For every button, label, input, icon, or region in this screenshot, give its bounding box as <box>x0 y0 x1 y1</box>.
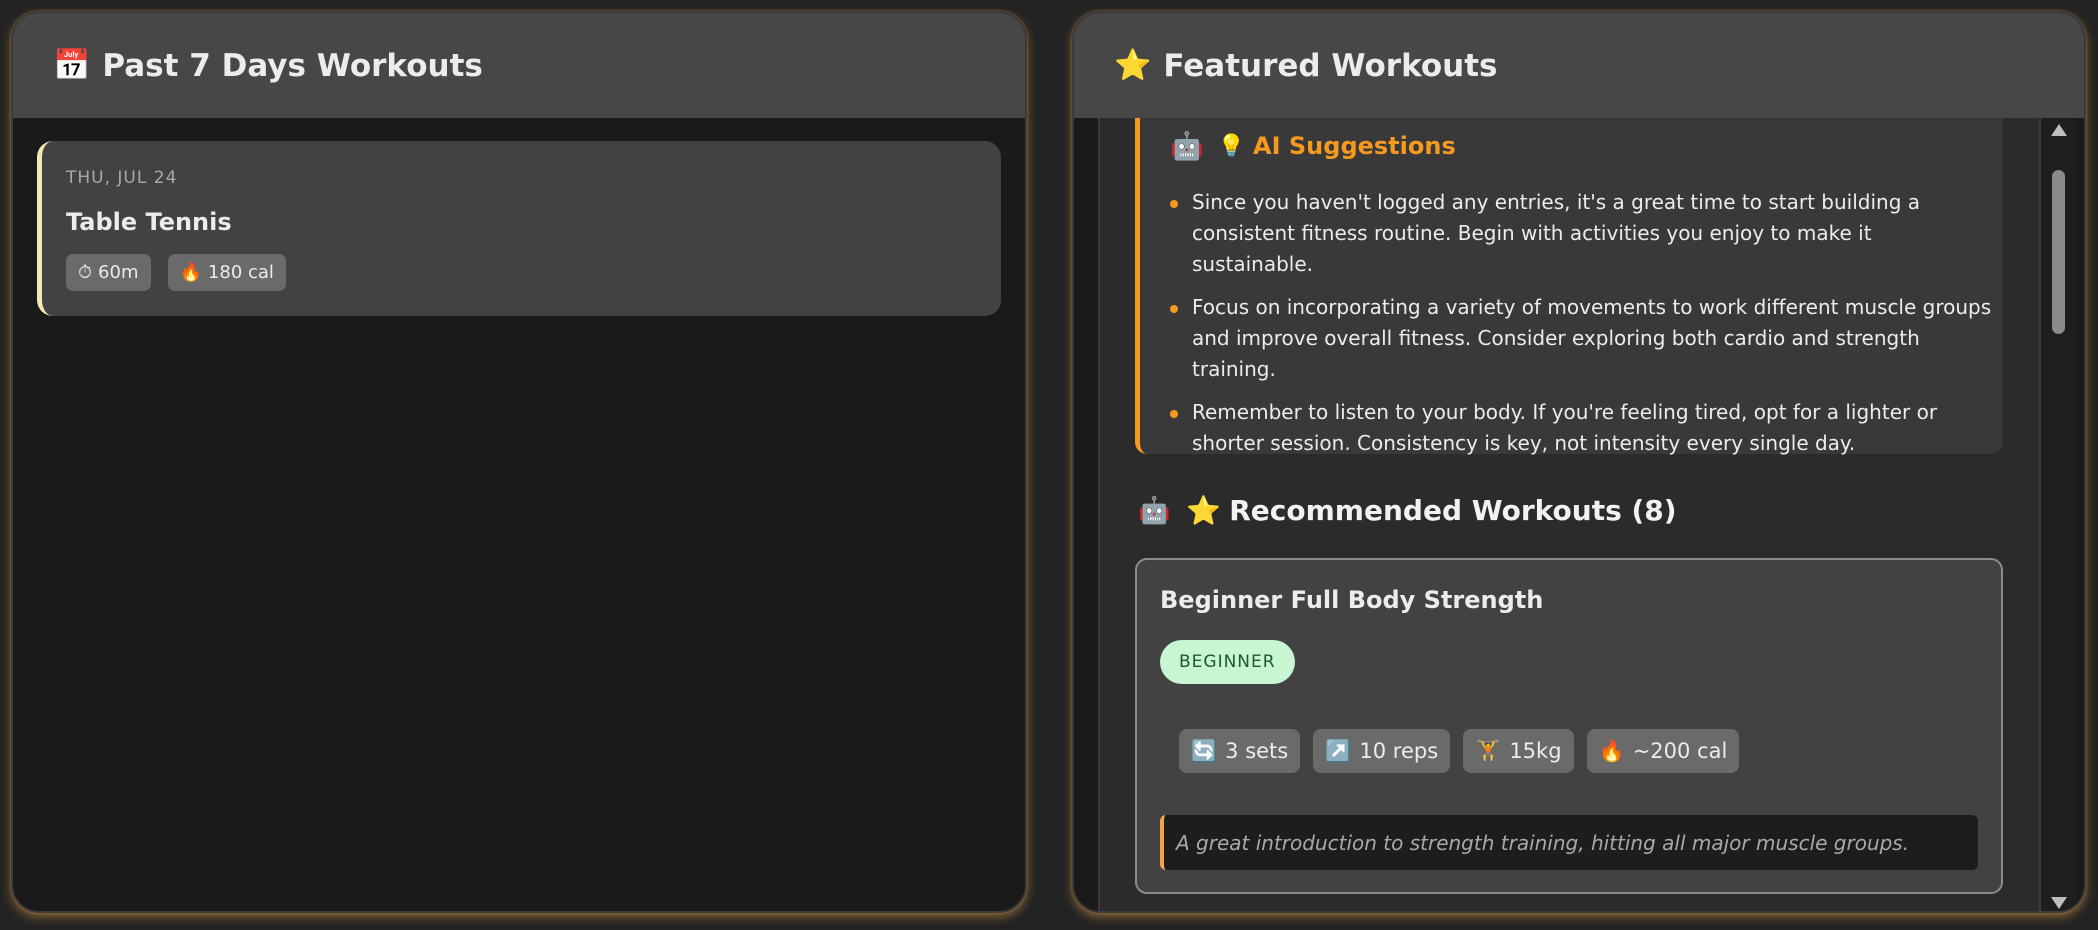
ai-suggestions-header: 🤖 💡 AI Suggestions <box>1170 130 1456 162</box>
calories-value: ~200 cal <box>1632 739 1728 763</box>
arrow-up-right-icon: ↗️ <box>1325 738 1352 763</box>
recommended-header: 🤖 ⭐ Recommended Workouts (8) <box>1138 494 1677 527</box>
robot-icon: 🤖 <box>1138 495 1171 526</box>
reps-value: 10 reps <box>1359 739 1439 763</box>
weightlifter-icon: 🏋️ <box>1475 738 1502 763</box>
ai-suggestions-list: Since you haven't logged any entries, it… <box>1170 187 1995 471</box>
fire-icon: 🔥 <box>179 262 202 283</box>
workout-stats: 🔄 3 sets ↗️ 10 reps 🏋️ 15kg 🔥 ~200 cal <box>1179 729 1740 773</box>
scroll-up-icon[interactable] <box>2051 124 2067 136</box>
past-workouts-panel: 📅 Past 7 Days Workouts THU, JUL 24 Table… <box>11 11 1027 913</box>
calories-value: 180 cal <box>207 262 274 283</box>
vertical-scrollbar[interactable] <box>2041 118 2076 911</box>
calendar-icon: 📅 <box>53 48 91 83</box>
weight-value: 15kg <box>1509 739 1562 763</box>
workout-name: Table Tennis <box>66 208 232 236</box>
list-item: Focus on incorporating a variety of move… <box>1170 292 1995 385</box>
recommended-title: Recommended Workouts (8) <box>1229 494 1677 527</box>
list-item: Since you haven't logged any entries, it… <box>1170 187 1995 280</box>
level-badge: BEGINNER <box>1160 640 1295 684</box>
workout-card[interactable]: THU, JUL 24 Table Tennis ⏱ 60m 🔥 180 cal <box>37 141 1001 316</box>
sets-chip: 🔄 3 sets <box>1179 729 1301 773</box>
featured-scroll-area[interactable]: 🤖 💡 AI Suggestions Since you haven't log… <box>1098 118 2041 911</box>
workout-stats: ⏱ 60m 🔥 180 cal <box>66 254 1001 291</box>
fire-icon: 🔥 <box>1598 738 1625 763</box>
calories-chip: 🔥 180 cal <box>167 254 286 291</box>
featured-workouts-panel: ⭐ Featured Workouts 🤖 💡 AI Suggestions S… <box>1072 11 2086 913</box>
lightbulb-icon: 💡 <box>1217 133 1246 159</box>
star-icon: ⭐ <box>1114 48 1152 83</box>
duration-value: 60m <box>98 262 139 283</box>
panel-title: Past 7 Days Workouts <box>102 47 483 84</box>
workout-description: A great introduction to strength trainin… <box>1160 815 1978 870</box>
robot-icon: 🤖 <box>1170 131 1204 162</box>
featured-workouts-header: ⭐ Featured Workouts <box>1074 13 2084 118</box>
recommended-workout-card[interactable]: Beginner Full Body Strength BEGINNER 🔄 3… <box>1135 558 2003 894</box>
workout-title: Beginner Full Body Strength <box>1160 586 1544 614</box>
ai-suggestions-title: AI Suggestions <box>1253 132 1456 160</box>
list-item: Remember to listen to your body. If you'… <box>1170 397 1995 459</box>
stopwatch-icon: ⏱ <box>78 262 93 283</box>
scroll-down-icon[interactable] <box>2051 897 2067 909</box>
sets-value: 3 sets <box>1225 739 1289 763</box>
calories-chip: 🔥 ~200 cal <box>1586 729 1740 773</box>
ai-suggestions-box: 🤖 💡 AI Suggestions Since you haven't log… <box>1135 118 2003 455</box>
duration-chip: ⏱ 60m <box>66 254 151 291</box>
scrollbar-thumb[interactable] <box>2052 170 2065 334</box>
past-workouts-header: 📅 Past 7 Days Workouts <box>13 13 1025 118</box>
reps-chip: ↗️ 10 reps <box>1313 729 1451 773</box>
repeat-icon: 🔄 <box>1191 738 1218 763</box>
panel-title: Featured Workouts <box>1163 47 1498 84</box>
star-icon: ⭐ <box>1186 494 1222 527</box>
weight-chip: 🏋️ 15kg <box>1463 729 1574 773</box>
workout-date: THU, JUL 24 <box>66 168 178 188</box>
